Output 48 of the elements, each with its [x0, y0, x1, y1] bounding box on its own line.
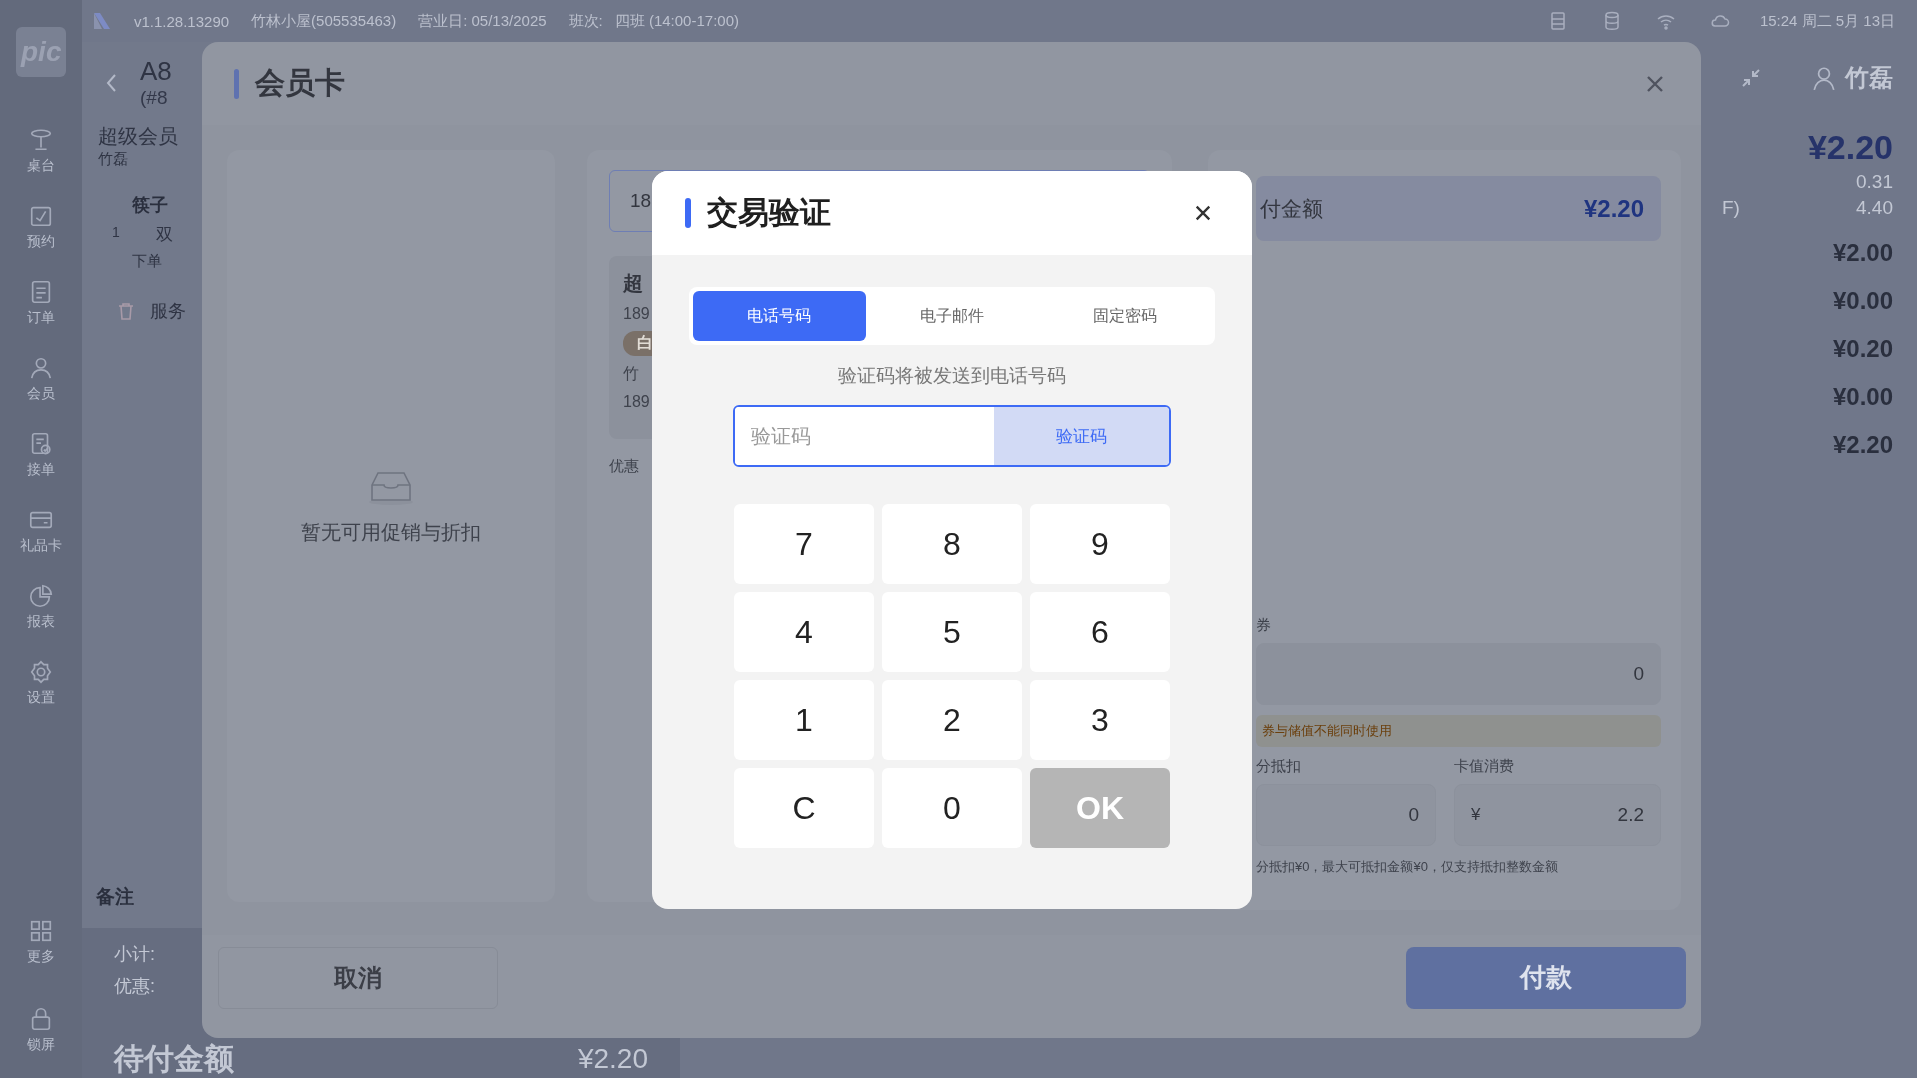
- service-fee-label: 服务: [150, 300, 186, 323]
- card-holder: 竹: [623, 364, 639, 384]
- empty-message: 暂无可用促销与折扣: [301, 519, 481, 545]
- clock-text: 15:24 周二 5月 13日: [1759, 11, 1895, 31]
- summary-label: F): [1722, 197, 1740, 219]
- hint-text: 验证码将被发送到电话号码: [838, 364, 1066, 388]
- summary-value: ¥0.00: [1832, 383, 1893, 411]
- stored-value: 2.2: [1617, 804, 1644, 826]
- card-phone: 189: [623, 393, 650, 411]
- summary-value: 0.31: [1856, 171, 1893, 193]
- dialog-title: 交易验证: [707, 194, 831, 232]
- shift-label: 班次:: [568, 11, 603, 31]
- points-note: 分抵扣¥0，最大可抵扣金额¥0，仅支持抵扣整数金额: [1256, 858, 1558, 876]
- summary-value: 4.40: [1856, 197, 1893, 219]
- warning-message: 券与储值不能同时使用: [1256, 715, 1661, 747]
- amount-due-label: 待付金额: [114, 1041, 234, 1077]
- summary-value: ¥2.00: [1832, 239, 1893, 267]
- summary-value: ¥0.20: [1832, 335, 1893, 363]
- discount-label: 优惠:: [114, 975, 155, 998]
- member-name: 竹磊: [98, 150, 128, 169]
- version-text: v1.1.28.13290: [134, 12, 230, 30]
- subtotal-label: 小计:: [114, 943, 155, 966]
- order-time-label: 下单: [131, 252, 162, 271]
- dialog-title: 会员卡: [255, 65, 345, 101]
- item-name: 筷子: [131, 194, 168, 217]
- store-name: 竹林小屋(505535463): [251, 11, 397, 31]
- item-unit: 双: [154, 224, 173, 246]
- amount-due-value: ¥2.20: [1583, 194, 1644, 223]
- summary-value: ¥0.00: [1832, 287, 1893, 315]
- total-amount: ¥2.20: [1807, 128, 1893, 167]
- stored-value-label: 卡值消费: [1454, 757, 1514, 776]
- amount-due-value: ¥2.20: [577, 1042, 648, 1076]
- item-quantity: 1: [112, 224, 120, 240]
- currency-symbol: ¥: [1471, 805, 1481, 825]
- shift-text: 四班 (14:00-17:00): [614, 11, 739, 31]
- order-number: (#8: [140, 87, 168, 109]
- table-number: A8: [140, 56, 172, 87]
- card-title: 超: [623, 271, 643, 296]
- member-type: 超级会员: [98, 124, 178, 149]
- user-name: 竹磊: [1845, 63, 1893, 93]
- business-day: 营业日: 05/13/2025: [418, 11, 547, 31]
- amount-due-label: 付金额: [1260, 195, 1323, 222]
- coupon-label: 券: [1256, 616, 1271, 635]
- points-label: 分抵扣: [1256, 757, 1301, 776]
- summary-value: ¥2.20: [1832, 431, 1893, 459]
- note-label: 备注: [96, 885, 134, 909]
- coupon-label: 优惠: [609, 457, 639, 476]
- card-phone: 189: [623, 305, 650, 323]
